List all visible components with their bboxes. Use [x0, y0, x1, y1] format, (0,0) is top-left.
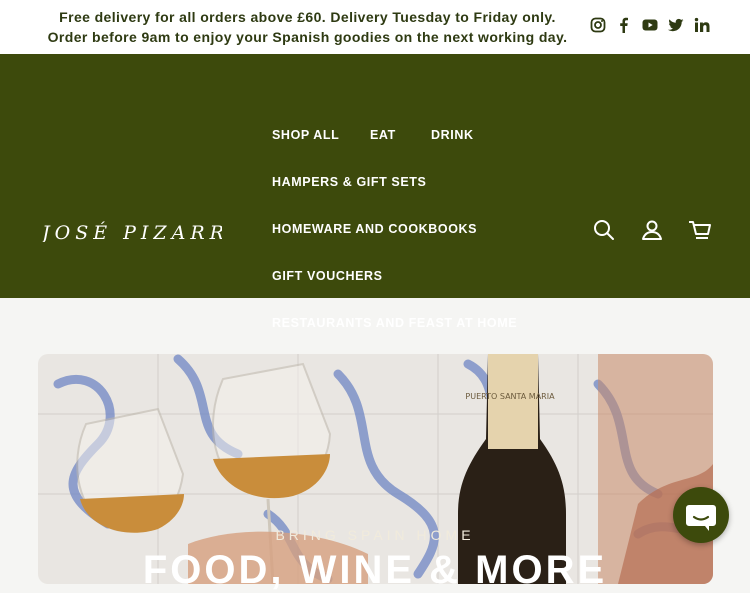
linkedin-icon[interactable] [694, 17, 710, 33]
announcement-line-1: Free delivery for all orders above £60. … [59, 9, 556, 25]
chat-icon [686, 505, 716, 531]
chat-button[interactable] [673, 487, 729, 543]
site-header: JOSÉ PIZARRO SHOP ALL EAT DRINK HAMPERS … [0, 54, 750, 330]
instagram-icon[interactable] [590, 17, 606, 33]
nav-hampers-gift-sets[interactable]: HAMPERS & GIFT SETS [272, 175, 426, 189]
announcement-text: Free delivery for all orders above £60. … [30, 7, 585, 47]
bottle-label: PUERTO SANTA MARIA [465, 392, 555, 401]
nav-drink[interactable]: DRINK [431, 128, 474, 142]
announcement-bar: Free delivery for all orders above £60. … [0, 0, 750, 54]
nav-gift-vouchers[interactable]: GIFT VOUCHERS [272, 269, 383, 283]
nav-shop-all[interactable]: SHOP ALL [272, 128, 339, 142]
account-icon[interactable] [639, 217, 665, 243]
brand-logo[interactable]: JOSÉ PIZARRO [42, 220, 222, 242]
search-icon[interactable] [591, 217, 617, 243]
nav-eat[interactable]: EAT [370, 128, 396, 142]
nav-restaurants-feast[interactable]: RESTAURANTS AND FEAST AT HOME [272, 316, 517, 330]
cart-icon[interactable] [687, 217, 713, 243]
twitter-icon[interactable] [668, 17, 684, 33]
logo-text: JOSÉ PIZARRO [42, 221, 222, 242]
hero-headline: FOOD, WINE & MORE [142, 548, 608, 592]
youtube-icon[interactable] [642, 17, 658, 33]
facebook-icon[interactable] [616, 17, 632, 33]
announcement-line-2: Order before 9am to enjoy your Spanish g… [47, 29, 568, 45]
hero-eyebrow: BRING SPAIN HOME [275, 527, 475, 543]
nav-homeware-cookbooks[interactable]: HOMEWARE AND COOKBOOKS [272, 222, 477, 236]
social-links [590, 17, 710, 33]
